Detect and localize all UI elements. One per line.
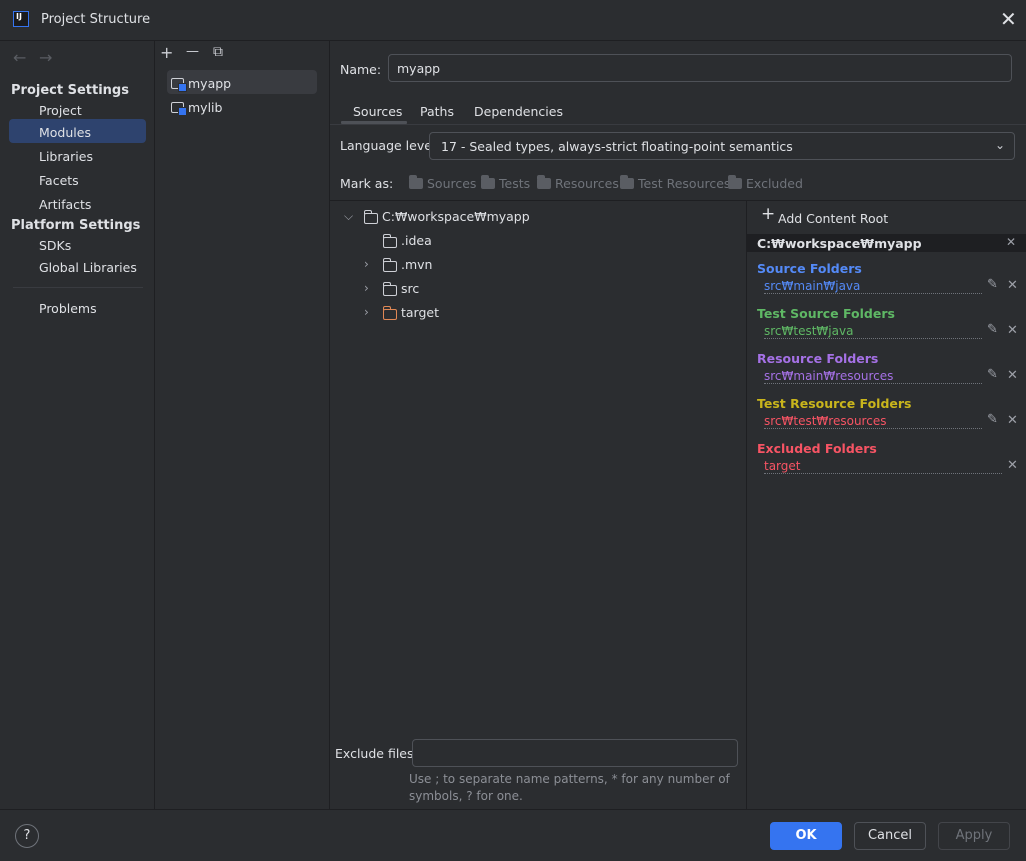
folder-icon	[363, 210, 378, 227]
exclude-files-label: Exclude files:	[335, 746, 418, 761]
sidebar-item-problems[interactable]: Problems	[39, 301, 97, 316]
remove-icon[interactable]: ✕	[1007, 323, 1018, 338]
chevron-down-icon: ⌄	[994, 138, 1005, 152]
name-label: Name:	[340, 62, 382, 77]
cancel-button[interactable]: Cancel	[854, 822, 926, 850]
excluded-folders-header: Excluded Folders	[757, 441, 877, 456]
sidebar-item-sdks[interactable]: SDKs	[39, 238, 71, 253]
mark-as-tests-button[interactable]: Tests	[480, 175, 530, 191]
tab-sources[interactable]: Sources	[353, 104, 402, 119]
remove-icon[interactable]: —	[186, 44, 199, 59]
help-icon[interactable]: ?	[15, 824, 39, 848]
source-folders-path: src₩main₩java	[764, 279, 982, 294]
remove-icon[interactable]: ✕	[1007, 413, 1018, 428]
chevron-right-icon[interactable]: ›	[364, 305, 369, 319]
folder-icon	[536, 175, 551, 189]
folder-icon	[619, 175, 634, 189]
tree-root[interactable]: C:₩workspace₩myapp	[382, 209, 530, 224]
edit-pencil-icon[interactable]: ✎	[987, 277, 998, 292]
tree-top-divider	[330, 200, 1026, 201]
module-icon	[171, 101, 187, 116]
folder-icon	[382, 306, 397, 323]
modules-divider-vertical	[329, 41, 330, 809]
module-item-mylib[interactable]: mylib	[188, 100, 222, 115]
tree-node-mvn[interactable]: .mvn	[401, 257, 432, 272]
tab-paths[interactable]: Paths	[420, 104, 454, 119]
app-icon: IJ	[13, 11, 29, 27]
edit-pencil-icon[interactable]: ✎	[987, 367, 998, 382]
module-icon	[171, 77, 187, 92]
folder-icon	[382, 282, 397, 299]
tree-node-idea[interactable]: .idea	[401, 233, 432, 248]
window-title: Project Structure	[41, 12, 151, 27]
sidebar-item-facets[interactable]: Facets	[39, 173, 79, 188]
platform-settings-header: Platform Settings	[11, 218, 141, 233]
folder-icon	[480, 175, 495, 189]
folder-icon	[408, 175, 423, 189]
ok-button[interactable]: OK	[770, 822, 842, 850]
title-bar	[0, 0, 1026, 40]
sidebar-divider	[13, 287, 143, 288]
test-resource-folders-path: src₩test₩resources	[764, 414, 982, 429]
apply-button[interactable]: Apply	[938, 822, 1010, 850]
remove-icon[interactable]: ✕	[1007, 368, 1018, 383]
right-panel-divider	[746, 201, 747, 809]
name-input[interactable]: myapp	[388, 54, 1012, 82]
edit-pencil-icon[interactable]: ✎	[987, 322, 998, 337]
tabs-divider	[330, 124, 1026, 125]
module-item-myapp[interactable]: myapp	[188, 76, 231, 91]
mark-as-resources-button[interactable]: Resources	[536, 175, 619, 191]
exclude-files-input[interactable]	[412, 739, 738, 767]
tree-node-src[interactable]: src	[401, 281, 419, 296]
folder-icon	[382, 258, 397, 275]
sidebar-item-libraries[interactable]: Libraries	[39, 149, 93, 164]
source-folders-header: Source Folders	[757, 261, 862, 276]
content-root-path: C:₩workspace₩myapp	[757, 236, 922, 251]
chevron-right-icon[interactable]: ›	[364, 257, 369, 271]
remove-content-root-icon[interactable]: ✕	[1006, 235, 1016, 249]
exclude-files-hint: Use ; to separate name patterns, * for a…	[409, 772, 730, 803]
add-content-root-button[interactable]: Add Content Root	[778, 211, 888, 226]
mark-as-excluded-button[interactable]: Excluded	[727, 175, 803, 191]
tab-dependencies[interactable]: Dependencies	[474, 104, 563, 119]
language-level-dropdown[interactable]: 17 - Sealed types, always-strict floatin…	[429, 132, 1015, 160]
test-resource-folders-header: Test Resource Folders	[757, 396, 912, 411]
remove-icon[interactable]: ✕	[1007, 458, 1018, 473]
tree-node-target[interactable]: target	[401, 305, 439, 320]
resource-folders-path: src₩main₩resources	[764, 369, 982, 384]
sidebar-item-artifacts[interactable]: Artifacts	[39, 197, 91, 212]
sidebar-item-project[interactable]: Project	[39, 103, 82, 118]
close-icon[interactable]: ✕	[1000, 9, 1017, 29]
plus-icon[interactable]: +	[761, 206, 775, 223]
test-source-folders-header: Test Source Folders	[757, 306, 895, 321]
edit-pencil-icon[interactable]: ✎	[987, 412, 998, 427]
resource-folders-header: Resource Folders	[757, 351, 879, 366]
language-level-value: 17 - Sealed types, always-strict floatin…	[441, 139, 793, 154]
mark-as-label: Mark as:	[340, 176, 394, 191]
back-arrow-icon[interactable]: ←	[13, 48, 26, 67]
language-level-label: Language level:	[340, 138, 440, 153]
remove-icon[interactable]: ✕	[1007, 278, 1018, 293]
name-input-value: myapp	[397, 61, 441, 76]
chevron-right-icon[interactable]: ›	[364, 281, 369, 295]
copy-icon[interactable]: ⧉	[213, 44, 223, 60]
add-icon[interactable]: +	[160, 43, 173, 62]
sidebar-divider-vertical	[154, 41, 155, 809]
forward-arrow-icon[interactable]: →	[39, 48, 52, 67]
folder-icon	[727, 175, 742, 189]
excluded-folders-path: target	[764, 459, 1002, 474]
mark-as-test-resources-button[interactable]: Test Resources	[619, 175, 730, 191]
project-settings-header: Project Settings	[11, 83, 129, 98]
chevron-down-icon[interactable]: ⌵	[344, 209, 353, 224]
folder-icon	[382, 234, 397, 251]
sidebar-item-modules[interactable]: Modules	[39, 125, 91, 140]
footer-divider	[0, 809, 1026, 810]
sidebar-item-global-libraries[interactable]: Global Libraries	[39, 260, 137, 275]
mark-as-sources-button[interactable]: Sources	[408, 175, 476, 191]
test-source-folders-path: src₩test₩java	[764, 324, 982, 339]
